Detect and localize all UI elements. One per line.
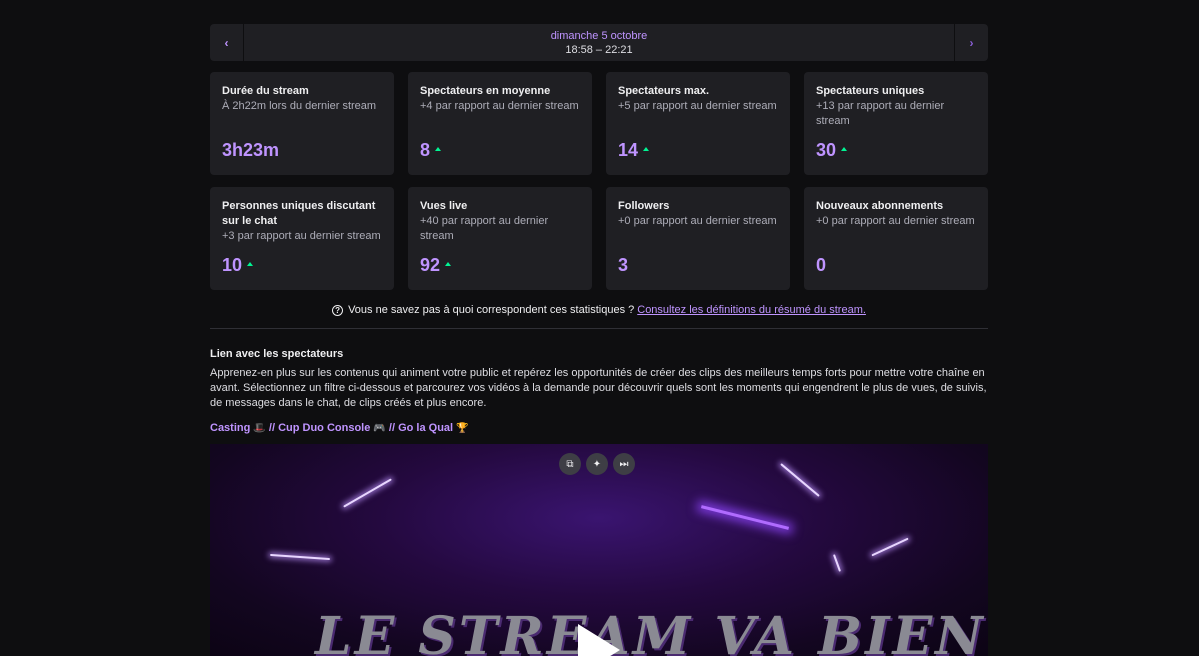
- neon-bar-decoration: [700, 505, 790, 530]
- stat-card-max-viewers: Spectateurs max. +5 par rapport au derni…: [606, 72, 790, 175]
- neon-decoration: [780, 463, 820, 497]
- stat-comparison: +0 par rapport au dernier stream: [618, 215, 777, 227]
- stat-title: Vues live: [420, 200, 468, 212]
- stat-value: 3h23m: [222, 140, 279, 161]
- trophy-icon: 🏆: [456, 423, 469, 434]
- stream-time-range: 18:58 – 22:21: [565, 43, 633, 56]
- stat-value: 3: [618, 255, 628, 276]
- stat-title: Spectateurs max.: [618, 85, 710, 97]
- date-navigator: ‹ dimanche 5 octobre 18:58 – 22:21 ›: [210, 24, 988, 61]
- stat-value-text: 3h23m: [222, 140, 280, 160]
- chevron-right-icon: ›: [969, 35, 974, 50]
- stream-date: dimanche 5 octobre 18:58 – 22:21: [244, 24, 954, 61]
- trend-up-icon: [643, 146, 650, 151]
- trend-up-icon: [247, 261, 254, 266]
- stat-value: 0: [816, 255, 826, 276]
- vod-title-part: Casting: [210, 422, 251, 434]
- stat-card-live-views: Vues live +40 par rapport au dernier str…: [408, 187, 592, 290]
- stat-title: Nouveaux abonnements: [816, 200, 944, 212]
- vod-controls: ⧉ ✦ ⏭: [559, 453, 635, 475]
- play-icon[interactable]: [578, 624, 620, 656]
- stat-card-new-subscriptions: Nouveaux abonnements +0 par rapport au d…: [804, 187, 988, 290]
- vod-title-part: // Go la Qual: [385, 422, 457, 434]
- next-stream-button[interactable]: ›: [954, 24, 988, 61]
- top-hat-icon: 🎩: [253, 423, 266, 434]
- neon-decoration: [343, 478, 392, 508]
- stat-title: Spectateurs uniques: [816, 85, 925, 97]
- stat-comparison: +5 par rapport au dernier stream: [618, 100, 777, 112]
- stat-value-text: 92: [420, 255, 441, 275]
- stream-summary-definitions-link[interactable]: Consultez les définitions du résumé du s…: [637, 304, 866, 316]
- neon-decoration: [270, 553, 330, 561]
- vod-player[interactable]: ⧉ ✦ ⏭ LE STREAM VA BIENTOT: [210, 444, 988, 656]
- stream-summary-page: ‹ dimanche 5 octobre 18:58 – 22:21 › Dur…: [0, 0, 1199, 656]
- skip-icon[interactable]: ⏭: [613, 453, 635, 475]
- stream-day: dimanche 5 octobre: [550, 29, 648, 42]
- stat-value: 8: [420, 140, 442, 161]
- question-circle-icon: ?: [332, 304, 344, 316]
- stat-value: 30: [816, 140, 848, 161]
- stat-value-text: 14: [618, 140, 639, 160]
- stat-value: 14: [618, 140, 650, 161]
- stat-comparison: +0 par rapport au dernier stream: [816, 215, 975, 227]
- stat-value-text: 0: [816, 255, 827, 275]
- stat-card-unique-chatters: Personnes uniques discutant sur le chat …: [210, 187, 394, 290]
- stat-title: Personnes uniques discutant sur le chat: [222, 200, 376, 227]
- stat-card-unique-viewers: Spectateurs uniques +13 par rapport au d…: [804, 72, 988, 175]
- stat-value: 10: [222, 255, 254, 276]
- stat-value-text: 30: [816, 140, 837, 160]
- viewer-link-title: Lien avec les spectateurs: [210, 348, 344, 360]
- stat-comparison: +40 par rapport au dernier stream: [420, 215, 549, 242]
- stat-comparison: +3 par rapport au dernier stream: [222, 230, 381, 242]
- previous-stream-button[interactable]: ‹: [210, 24, 244, 61]
- stat-value-text: 8: [420, 140, 431, 160]
- sparkle-icon[interactable]: ✦: [586, 453, 608, 475]
- summary-container: ‹ dimanche 5 octobre 18:58 – 22:21 › Dur…: [210, 24, 988, 434]
- stat-card-average-viewers: Spectateurs en moyenne +4 par rapport au…: [408, 72, 592, 175]
- trend-up-icon: [445, 261, 452, 266]
- chevron-left-icon: ‹: [224, 35, 229, 50]
- vod-title-part: // Cup Duo Console: [265, 422, 374, 434]
- stat-comparison: +4 par rapport au dernier stream: [420, 100, 579, 112]
- vod-title-link[interactable]: Casting 🎩 // Cup Duo Console 🎮 // Go la …: [210, 422, 988, 434]
- trend-up-icon: [435, 146, 442, 151]
- section-divider: [210, 328, 988, 329]
- neon-decoration: [832, 554, 842, 572]
- stat-value-text: 10: [222, 255, 243, 275]
- game-controller-icon: 🎮: [373, 423, 386, 434]
- neon-decoration: [871, 537, 909, 557]
- clip-icon[interactable]: ⧉: [559, 453, 581, 475]
- stats-grid: Durée du stream À 2h22m lors du dernier …: [210, 72, 988, 290]
- stat-comparison: +13 par rapport au dernier stream: [816, 100, 945, 127]
- stat-title: Spectateurs en moyenne: [420, 85, 551, 97]
- stat-card-followers: Followers +0 par rapport au dernier stre…: [606, 187, 790, 290]
- viewer-link-description: Apprenez-en plus sur les contenus qui an…: [210, 367, 987, 409]
- stat-title: Durée du stream: [222, 85, 309, 97]
- stat-card-stream-duration: Durée du stream À 2h22m lors du dernier …: [210, 72, 394, 175]
- stat-value-text: 3: [618, 255, 629, 275]
- help-text: Vous ne savez pas à quoi correspondent c…: [348, 304, 635, 316]
- stat-value: 92: [420, 255, 452, 276]
- trend-up-icon: [841, 146, 848, 151]
- stats-help-line: ? Vous ne savez pas à quoi correspondent…: [210, 303, 988, 317]
- stream-banner-text: LE STREAM VA BIENTOT: [315, 606, 988, 656]
- stat-title: Followers: [618, 200, 670, 212]
- stat-comparison: À 2h22m lors du dernier stream: [222, 100, 377, 112]
